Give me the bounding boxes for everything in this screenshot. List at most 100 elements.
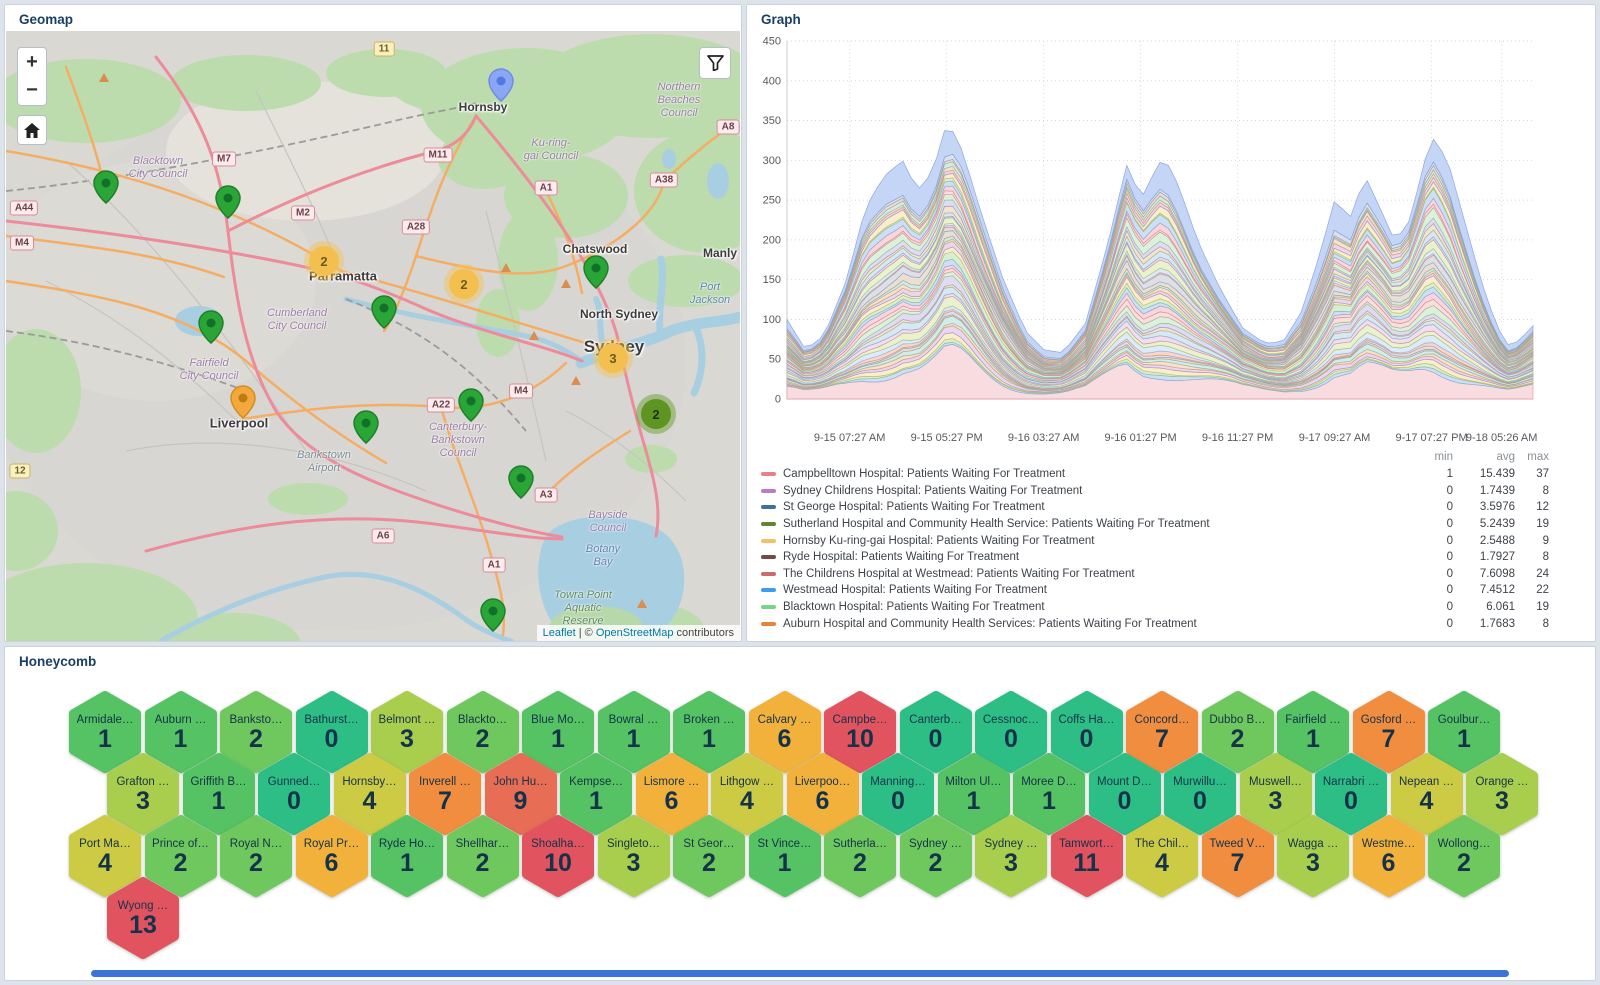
svg-text:9-16 11:27 PM: 9-16 11:27 PM (1202, 432, 1273, 444)
road-shield: A6 (372, 529, 395, 544)
honeycomb-cell[interactable]: The Chil…4 (1126, 815, 1198, 897)
map-pin-green[interactable] (215, 185, 241, 224)
honeycomb-cell[interactable]: St Geor…2 (673, 815, 745, 897)
map-area-label: Blacktown City Council (129, 155, 188, 181)
leaflet-link[interactable]: Leaflet (543, 627, 576, 639)
map-place-label: Manly (703, 246, 737, 260)
legend-min-value: 0 (1407, 518, 1453, 530)
graph-legend: minavgmax Campbelltown Hospital: Patients… (761, 451, 1549, 632)
legend-item[interactable]: Westmead Hospital: Patients Waiting For … (761, 582, 1549, 599)
waiting-count: 0 (325, 726, 339, 752)
map-pin-green[interactable] (583, 255, 609, 294)
honeycomb-cell[interactable]: Shellhar…2 (447, 815, 519, 897)
svg-text:100: 100 (763, 314, 781, 326)
osm-link[interactable]: OpenStreetMap (596, 627, 674, 639)
honeycomb-cell[interactable]: Tamwort…11 (1051, 815, 1123, 897)
road-shield: M7 (212, 152, 236, 167)
honeycomb-cell[interactable]: Sydney …3 (975, 815, 1047, 897)
waiting-count: 6 (816, 788, 830, 814)
legend-series-name: The Childrens Hospital at Westmead: Pati… (783, 568, 1407, 580)
road-shield: A38 (650, 173, 678, 188)
waiting-count: 2 (476, 850, 490, 876)
waiting-count: 6 (665, 788, 679, 814)
waiting-count: 4 (1155, 850, 1169, 876)
waiting-count: 0 (891, 788, 905, 814)
honeycomb-cell[interactable]: Ryde Ho…1 (371, 815, 443, 897)
honeycomb-scrollbar[interactable] (91, 970, 1509, 977)
map-pin-green[interactable] (458, 388, 484, 427)
waiting-count: 0 (929, 726, 943, 752)
map-pin-green[interactable] (480, 598, 506, 637)
legend-series-name: Blacktown Hospital: Patients Waiting For… (783, 601, 1407, 613)
map-area-label: Ku-ring- gai Council (524, 137, 578, 163)
svg-text:9-16 03:27 AM: 9-16 03:27 AM (1008, 432, 1080, 444)
svg-text:200: 200 (763, 234, 781, 246)
legend-column-avg: avg (1453, 451, 1515, 466)
legend-avg-value: 3.5976 (1453, 501, 1515, 513)
map-pin-green[interactable] (93, 170, 119, 209)
road-shield: M11 (424, 148, 453, 163)
legend-header: minavgmax (761, 451, 1549, 466)
legend-item[interactable]: St George Hospital: Patients Waiting For… (761, 499, 1549, 516)
waiting-count: 0 (1080, 726, 1094, 752)
map-attribution: Leaflet | © OpenStreetMap contributors (537, 625, 740, 641)
waiting-count: 2 (1457, 850, 1471, 876)
legend-min-value: 0 (1407, 535, 1453, 547)
honeycomb-cell[interactable]: Royal Pr…6 (296, 815, 368, 897)
legend-swatch (761, 605, 776, 609)
map-pin-green[interactable] (371, 295, 397, 334)
map-circle-marker[interactable]: 2 (636, 394, 676, 434)
honeycomb-cell[interactable]: Singleto…3 (598, 815, 670, 897)
legend-item[interactable]: Ryde Hospital: Patients Waiting For Trea… (761, 549, 1549, 566)
legend-min-value: 0 (1407, 601, 1453, 613)
honeycomb-cell[interactable]: Wyong …13 (107, 877, 179, 959)
legend-item[interactable]: Blacktown Hospital: Patients Waiting For… (761, 599, 1549, 616)
map-zoom-in-button[interactable]: + (17, 47, 47, 77)
legend-item[interactable]: Campbelltown Hospital: Patients Waiting … (761, 466, 1549, 483)
legend-avg-value: 1.7927 (1453, 551, 1515, 563)
waiting-count: 2 (174, 850, 188, 876)
legend-min-value: 1 (1407, 468, 1453, 480)
road-shield: M4 (509, 384, 533, 399)
legend-swatch (761, 522, 776, 526)
map-zoom-out-button[interactable]: − (17, 76, 47, 106)
waiting-count: 1 (551, 726, 565, 752)
map-filter-button[interactable] (699, 47, 731, 79)
map-cluster-marker[interactable]: 3 (593, 338, 633, 378)
legend-max-value: 8 (1515, 551, 1549, 563)
honeycomb-cell[interactable]: Tweed V…7 (1202, 815, 1274, 897)
honeycomb-cell[interactable]: St Vince…1 (749, 815, 821, 897)
honeycomb-cell[interactable]: Shoalha…10 (522, 815, 594, 897)
legend-series-name: Sydney Childrens Hospital: Patients Wait… (783, 485, 1407, 497)
geomap-canvas[interactable]: HornsbyChatswoodManlyParramattaNorth Syd… (6, 31, 740, 641)
map-pin-green[interactable] (508, 465, 534, 504)
legend-item[interactable]: Hornsby Ku-ring-gai Hospital: Patients W… (761, 532, 1549, 549)
honeycomb-cell[interactable]: Sutherla…2 (824, 815, 896, 897)
map-pin-orange[interactable] (230, 385, 256, 424)
map-home-button[interactable] (17, 115, 47, 145)
road-shield: A22 (427, 398, 455, 413)
honeycomb-cell[interactable]: Wollong…2 (1428, 815, 1500, 897)
waiting-count: 0 (1004, 726, 1018, 752)
waiting-count: 2 (249, 726, 263, 752)
legend-item[interactable]: Sutherland Hospital and Community Health… (761, 516, 1549, 533)
legend-item[interactable]: Sydney Childrens Hospital: Patients Wait… (761, 483, 1549, 500)
honeycomb-cell[interactable]: Royal N…2 (220, 815, 292, 897)
map-pin-blue[interactable] (488, 68, 514, 107)
honeycomb-cell[interactable]: Sydney …2 (900, 815, 972, 897)
map-place-label: Chatswood (563, 242, 628, 256)
map-pin-green[interactable] (198, 310, 224, 349)
map-pin-green[interactable] (353, 410, 379, 449)
honeycomb-cell[interactable]: Wagga …3 (1277, 815, 1349, 897)
legend-series-name: Westmead Hospital: Patients Waiting For … (783, 584, 1407, 596)
legend-item[interactable]: The Childrens Hospital at Westmead: Pati… (761, 566, 1549, 583)
legend-swatch (761, 572, 776, 576)
graph-canvas[interactable]: 0501001502002503003504004509-15 07:27 AM… (747, 5, 1597, 449)
legend-item[interactable]: Auburn Hospital and Community Health Ser… (761, 615, 1549, 632)
waiting-count: 0 (1193, 788, 1207, 814)
map-cluster-marker[interactable]: 2 (304, 241, 344, 281)
honeycomb-cell[interactable]: Westme…6 (1353, 815, 1425, 897)
map-area-label: Fairfield City Council (180, 357, 239, 383)
legend-series-name: Campbelltown Hospital: Patients Waiting … (783, 468, 1407, 480)
map-cluster-marker[interactable]: 2 (444, 264, 484, 304)
